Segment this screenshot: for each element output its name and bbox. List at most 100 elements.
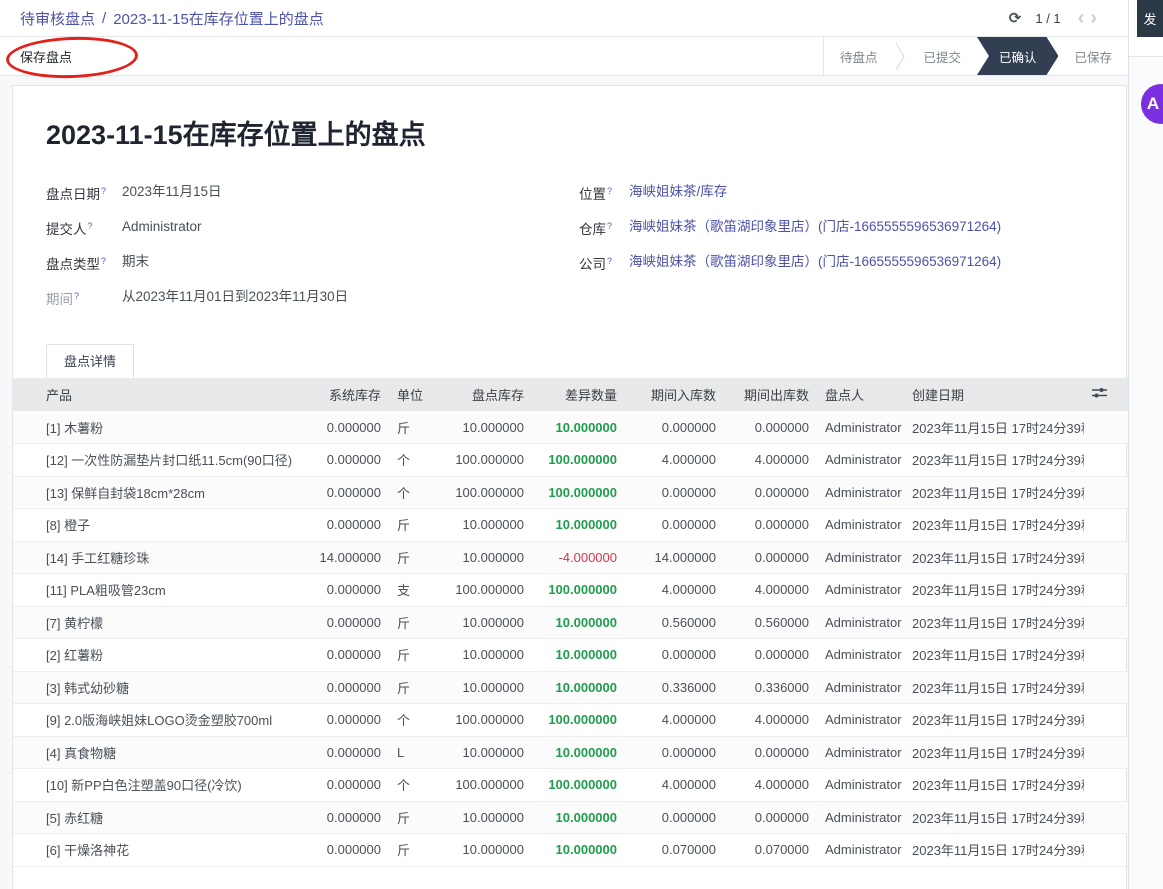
system-qty-cell[interactable]: 0.000000: [296, 736, 389, 769]
user-cell[interactable]: Administrator: [817, 736, 904, 769]
unit-cell[interactable]: 斤: [389, 834, 439, 867]
diff-qty-cell[interactable]: 100.000000: [532, 769, 625, 802]
in-qty-cell[interactable]: 4.000000: [625, 444, 724, 477]
status-step-saved[interactable]: 已保存: [1058, 37, 1128, 75]
system-qty-cell[interactable]: 0.000000: [296, 411, 389, 444]
status-step-submitted[interactable]: 已提交: [907, 37, 977, 75]
in-qty-cell[interactable]: 0.070000: [625, 834, 724, 867]
product-cell[interactable]: [11] PLA粗吸管23cm: [13, 574, 296, 607]
pager-next-icon[interactable]: ›: [1087, 7, 1100, 29]
in-qty-cell[interactable]: 0.000000: [625, 801, 724, 834]
unit-cell[interactable]: 个: [389, 769, 439, 802]
counted-qty-cell[interactable]: 100.000000: [439, 574, 532, 607]
unit-cell[interactable]: L: [389, 736, 439, 769]
system-qty-cell[interactable]: 0.000000: [296, 639, 389, 672]
created-cell[interactable]: 2023年11月15日 17时24分39秒: [904, 574, 1084, 607]
header-product[interactable]: 产品: [13, 378, 296, 411]
table-row[interactable]: [3] 韩式幼砂糖0.000000斤10.00000010.0000000.33…: [13, 671, 1128, 704]
created-cell[interactable]: 2023年11月15日 17时24分39秒: [904, 801, 1084, 834]
product-cell[interactable]: [3] 韩式幼砂糖: [13, 671, 296, 704]
table-row[interactable]: [12] 一次性防漏垫片封口纸11.5cm(90口径)0.000000个100.…: [13, 444, 1128, 477]
product-cell[interactable]: [6] 干燥洛神花: [13, 834, 296, 867]
system-qty-cell[interactable]: 14.000000: [296, 541, 389, 574]
in-qty-cell[interactable]: 0.336000: [625, 671, 724, 704]
user-cell[interactable]: Administrator: [817, 574, 904, 607]
table-row[interactable]: [6] 干燥洛神花0.000000斤10.00000010.0000000.07…: [13, 834, 1128, 867]
user-cell[interactable]: Administrator: [817, 834, 904, 867]
header-created[interactable]: 创建日期: [904, 378, 1084, 411]
counted-qty-cell[interactable]: 10.000000: [439, 639, 532, 672]
user-cell[interactable]: Administrator: [817, 509, 904, 542]
counted-qty-cell[interactable]: 10.000000: [439, 541, 532, 574]
warehouse-link[interactable]: 海峡姐妹茶（歌笛湖印象里店）(门店-1665555596536971264): [629, 217, 1001, 239]
send-message-button[interactable]: 发: [1137, 0, 1163, 37]
table-row[interactable]: [2] 红薯粉0.000000斤10.00000010.0000000.0000…: [13, 639, 1128, 672]
diff-qty-cell[interactable]: 100.000000: [532, 574, 625, 607]
counted-qty-cell[interactable]: 10.000000: [439, 736, 532, 769]
created-cell[interactable]: 2023年11月15日 17时24分39秒: [904, 411, 1084, 444]
in-qty-cell[interactable]: 4.000000: [625, 704, 724, 737]
out-qty-cell[interactable]: 0.000000: [724, 736, 817, 769]
counted-qty-cell[interactable]: 10.000000: [439, 834, 532, 867]
system-qty-cell[interactable]: 0.000000: [296, 509, 389, 542]
system-qty-cell[interactable]: 0.000000: [296, 801, 389, 834]
created-cell[interactable]: 2023年11月15日 17时24分39秒: [904, 736, 1084, 769]
refresh-icon[interactable]: ⟳: [1009, 9, 1022, 27]
created-cell[interactable]: 2023年11月15日 17时24分39秒: [904, 704, 1084, 737]
out-qty-cell[interactable]: 4.000000: [724, 574, 817, 607]
unit-cell[interactable]: 斤: [389, 671, 439, 704]
created-cell[interactable]: 2023年11月15日 17时24分39秒: [904, 476, 1084, 509]
unit-cell[interactable]: 斤: [389, 509, 439, 542]
system-qty-cell[interactable]: 0.000000: [296, 444, 389, 477]
created-cell[interactable]: 2023年11月15日 17时24分39秒: [904, 444, 1084, 477]
unit-cell[interactable]: 个: [389, 704, 439, 737]
pager-count[interactable]: 1 / 1: [1035, 11, 1060, 26]
out-qty-cell[interactable]: 0.000000: [724, 509, 817, 542]
location-link[interactable]: 海峡姐妹茶/库存: [629, 182, 727, 204]
table-row[interactable]: [4] 真食物糖0.000000L10.00000010.0000000.000…: [13, 736, 1128, 769]
table-row[interactable]: [5] 赤红糖0.000000斤10.00000010.0000000.0000…: [13, 801, 1128, 834]
out-qty-cell[interactable]: 0.000000: [724, 541, 817, 574]
company-link[interactable]: 海峡姐妹茶（歌笛湖印象里店）(门店-1665555596536971264): [629, 252, 1001, 274]
pager-prev-icon[interactable]: ‹: [1075, 7, 1088, 29]
out-qty-cell[interactable]: 4.000000: [724, 444, 817, 477]
unit-cell[interactable]: 支: [389, 574, 439, 607]
diff-qty-cell[interactable]: 10.000000: [532, 801, 625, 834]
table-row[interactable]: [9] 2.0版海峡姐妹LOGO烫金塑胶700ml0.000000个100.00…: [13, 704, 1128, 737]
created-cell[interactable]: 2023年11月15日 17时24分39秒: [904, 509, 1084, 542]
tab-inventory-details[interactable]: 盘点详情: [46, 344, 134, 378]
diff-qty-cell[interactable]: 100.000000: [532, 444, 625, 477]
out-qty-cell[interactable]: 0.000000: [724, 639, 817, 672]
in-qty-cell[interactable]: 0.560000: [625, 606, 724, 639]
out-qty-cell[interactable]: 0.336000: [724, 671, 817, 704]
diff-qty-cell[interactable]: 10.000000: [532, 736, 625, 769]
user-cell[interactable]: Administrator: [817, 704, 904, 737]
out-qty-cell[interactable]: 0.000000: [724, 411, 817, 444]
unit-cell[interactable]: 个: [389, 476, 439, 509]
in-qty-cell[interactable]: 0.000000: [625, 639, 724, 672]
product-cell[interactable]: [13] 保鲜自封袋18cm*28cm: [13, 476, 296, 509]
out-qty-cell[interactable]: 0.000000: [724, 801, 817, 834]
table-row[interactable]: [14] 手工红糖珍珠14.000000斤10.000000-4.0000001…: [13, 541, 1128, 574]
user-cell[interactable]: Administrator: [817, 411, 904, 444]
system-qty-cell[interactable]: 0.000000: [296, 769, 389, 802]
user-cell[interactable]: Administrator: [817, 444, 904, 477]
system-qty-cell[interactable]: 0.000000: [296, 671, 389, 704]
table-row[interactable]: [10] 新PP白色注塑盖90口径(冷饮)0.000000个100.000000…: [13, 769, 1128, 802]
counted-qty-cell[interactable]: 100.000000: [439, 704, 532, 737]
counted-qty-cell[interactable]: 10.000000: [439, 671, 532, 704]
counted-qty-cell[interactable]: 10.000000: [439, 801, 532, 834]
product-cell[interactable]: [12] 一次性防漏垫片封口纸11.5cm(90口径): [13, 444, 296, 477]
counted-qty-cell[interactable]: 10.000000: [439, 606, 532, 639]
system-qty-cell[interactable]: 0.000000: [296, 704, 389, 737]
in-qty-cell[interactable]: 0.000000: [625, 476, 724, 509]
breadcrumb-parent-link[interactable]: 待审核盘点: [20, 8, 95, 29]
created-cell[interactable]: 2023年11月15日 17时24分39秒: [904, 639, 1084, 672]
in-qty-cell[interactable]: 14.000000: [625, 541, 724, 574]
in-qty-cell[interactable]: 0.000000: [625, 411, 724, 444]
header-counted-qty[interactable]: 盘点库存: [439, 378, 532, 411]
unit-cell[interactable]: 斤: [389, 801, 439, 834]
header-diff-qty[interactable]: 差异数量: [532, 378, 625, 411]
product-cell[interactable]: [4] 真食物糖: [13, 736, 296, 769]
save-inventory-button[interactable]: 保存盘点: [0, 37, 92, 75]
